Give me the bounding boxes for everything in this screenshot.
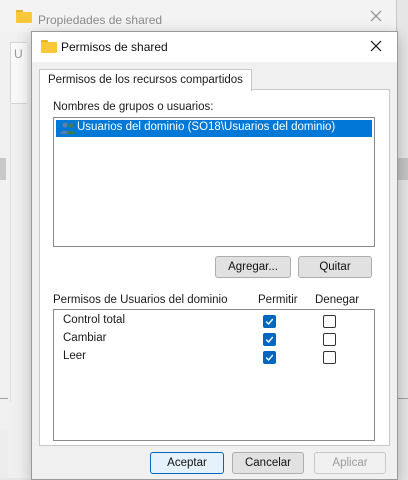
- permission-row-full-control: Control total: [54, 312, 374, 330]
- checkmark-icon: [265, 318, 274, 326]
- allow-checkbox-full-control[interactable]: [263, 315, 276, 328]
- tab-share-permissions[interactable]: Permisos de los recursos compartidos: [39, 69, 252, 91]
- permission-row-read: Leer: [54, 348, 374, 366]
- deny-checkbox-full-control[interactable]: [323, 315, 336, 328]
- allow-checkbox-change[interactable]: [263, 333, 276, 346]
- allow-column-header: Permitir: [258, 294, 298, 306]
- background-footer: [0, 430, 8, 478]
- permissions-label: Permisos de Usuarios del dominio: [53, 294, 228, 306]
- list-item[interactable]: Usuarios del dominio (SO18\Usuarios del …: [56, 120, 372, 137]
- remove-button[interactable]: Quitar: [298, 256, 372, 278]
- background-partial-text: U: [14, 47, 23, 61]
- permissions-dialog: Permisos de shared Permisos de los recur…: [31, 31, 398, 480]
- background-band: [0, 158, 6, 180]
- folder-icon: [41, 40, 57, 53]
- apply-button[interactable]: Aplicar: [314, 452, 386, 474]
- folder-icon: [16, 10, 32, 23]
- background-close-icon[interactable]: [369, 9, 383, 23]
- background-window-title: Propiedades de shared: [38, 13, 163, 27]
- checkmark-icon: [265, 354, 274, 362]
- groups-list[interactable]: Usuarios del dominio (SO18\Usuarios del …: [53, 117, 375, 247]
- dialog-titlebar: Permisos de shared: [32, 32, 397, 62]
- permission-label: Control total: [63, 314, 126, 326]
- users-group-icon: [60, 122, 76, 134]
- background-rule: [0, 398, 8, 399]
- allow-checkbox-read[interactable]: [263, 351, 276, 364]
- permission-label: Leer: [63, 350, 87, 362]
- deny-column-header: Denegar: [315, 294, 360, 306]
- deny-checkbox-change[interactable]: [323, 333, 336, 346]
- cancel-button[interactable]: Cancelar: [232, 452, 304, 474]
- ok-button[interactable]: Aceptar: [150, 452, 224, 474]
- permission-label: Cambiar: [63, 332, 107, 344]
- group-name: Usuarios del dominio (SO18\Usuarios del …: [77, 121, 336, 133]
- checkmark-icon: [265, 336, 274, 344]
- tab-panel: Nombres de grupos o usuarios: Usuarios d…: [39, 89, 390, 446]
- dialog-title: Permisos de shared: [61, 40, 168, 54]
- groups-label: Nombres de grupos o usuarios:: [53, 101, 214, 113]
- deny-checkbox-read[interactable]: [323, 351, 336, 364]
- permission-row-change: Cambiar: [54, 330, 374, 348]
- close-icon[interactable]: [370, 40, 382, 52]
- background-divider: [10, 102, 11, 402]
- add-button[interactable]: Agregar...: [215, 256, 291, 278]
- permissions-table: Control total Cambiar Leer: [53, 309, 375, 441]
